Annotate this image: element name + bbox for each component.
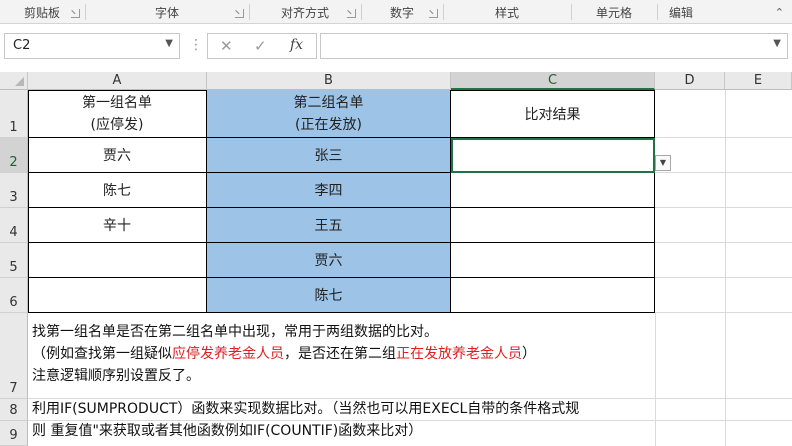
enter-icon[interactable]: ✓: [254, 37, 267, 55]
ribbon-group-label: 编辑: [668, 5, 693, 20]
ribbon-group-labels: 剪贴板 字体 对齐方式 数字 样式 单元格 编辑 ⌃: [0, 0, 792, 24]
row-header-9[interactable]: 9: [0, 421, 28, 446]
cell-b3[interactable]: 李四: [207, 173, 451, 208]
cell-b1[interactable]: 第二组名单 (正在发放): [207, 90, 451, 138]
row-header-5[interactable]: 5: [0, 243, 28, 278]
note-text: ，是否还在第二组: [284, 346, 396, 362]
note-text: （例如查找第一组疑似: [32, 346, 172, 362]
header-group2-title: 第二组名单: [293, 94, 364, 111]
note-row8: 利用IF(SUMPRODUCT）函数来实现数据比对。（当然也可以用EXECL自带…: [32, 401, 580, 417]
cancel-icon[interactable]: ✕: [220, 37, 233, 55]
formula-buttons: ✕ ✓ fx: [207, 33, 317, 59]
cell-b5[interactable]: 贾六: [207, 243, 451, 278]
formula-bar-splitter[interactable]: ⋮: [189, 36, 203, 54]
cell-a2[interactable]: 贾六: [28, 138, 207, 173]
formula-bar: C2 ▼ ⋮ ✕ ✓ fx ▼: [0, 24, 792, 72]
column-header-b[interactable]: B: [207, 72, 451, 90]
note-highlight: 正在发放养老金人员: [396, 346, 522, 362]
ribbon-group-editing: 编辑: [658, 0, 704, 24]
row-header-1[interactable]: 1: [0, 90, 28, 138]
column-header-d[interactable]: D: [655, 72, 725, 90]
name-box-value: C2: [13, 38, 31, 53]
cell-c6[interactable]: [451, 278, 655, 313]
header-group1-subtitle: (应停发): [90, 116, 144, 133]
row-header-4[interactable]: 4: [0, 208, 28, 243]
header-group2-subtitle: (正在发放): [295, 116, 362, 133]
ribbon-group-clipboard: 剪贴板: [0, 0, 84, 24]
row-header-3[interactable]: 3: [0, 173, 28, 208]
cell-c4[interactable]: [451, 208, 655, 243]
ribbon-group-label: 字体: [154, 5, 179, 20]
validation-dropdown-button[interactable]: ▼: [655, 155, 671, 171]
header-result-title: 比对结果: [524, 106, 581, 123]
note-text: ）: [522, 346, 536, 362]
ribbon-group-label: 单元格: [595, 5, 632, 20]
worksheet-grid[interactable]: A B C D E 1 2 3 4 5 6 7 8 9 第一组名单 (应停发) …: [0, 72, 792, 446]
ribbon-group-label: 数字: [389, 5, 414, 20]
row-header-8[interactable]: 8: [0, 399, 28, 421]
ribbon-group-label: 剪贴板: [23, 5, 60, 20]
cell-a5[interactable]: [28, 243, 207, 278]
chevron-up-icon[interactable]: ⌃: [775, 6, 784, 19]
cell-a3[interactable]: 陈七: [28, 173, 207, 208]
note-row7-line1: 找第一组名单是否在第二组名单中出现，常用于两组数据的比对。: [32, 324, 438, 340]
ribbon-group-label: 样式: [494, 5, 519, 20]
cell-a1[interactable]: 第一组名单 (应停发): [28, 90, 207, 138]
ribbon-group-number: 数字: [362, 0, 442, 24]
column-header-e[interactable]: E: [725, 72, 792, 90]
note-row7-warning: 注意逻辑顺序别设置反了。: [32, 368, 200, 384]
dialog-launcher-icon[interactable]: [235, 9, 244, 18]
cell-a6[interactable]: [28, 278, 207, 313]
cell-b4[interactable]: 王五: [207, 208, 451, 243]
chevron-down-icon[interactable]: ▼: [165, 38, 173, 49]
ribbon-group-font: 字体: [86, 0, 248, 24]
cell-b6[interactable]: 陈七: [207, 278, 451, 313]
row-header-7[interactable]: 7: [0, 313, 28, 399]
cell-c3[interactable]: [451, 173, 655, 208]
ribbon-group-cells: 单元格: [572, 0, 656, 24]
column-header-c[interactable]: C: [451, 72, 655, 90]
ribbon-group-label: 对齐方式: [280, 5, 329, 20]
insert-function-icon[interactable]: fx: [290, 37, 303, 53]
gridline: [725, 90, 726, 446]
note-highlight: 应停发养老金人员: [172, 346, 284, 362]
cell-c2[interactable]: [451, 138, 655, 173]
formula-input[interactable]: ▼: [320, 33, 788, 59]
dialog-launcher-icon[interactable]: [71, 9, 80, 18]
column-header-a[interactable]: A: [28, 72, 207, 90]
header-group1-title: 第一组名单: [82, 94, 152, 111]
cell-c1[interactable]: 比对结果: [451, 90, 655, 138]
ribbon-group-alignment: 对齐方式: [250, 0, 360, 24]
dialog-launcher-icon[interactable]: [429, 9, 438, 18]
row-header-6[interactable]: 6: [0, 278, 28, 313]
cell-b2[interactable]: 张三: [207, 138, 451, 173]
select-all-button[interactable]: [0, 72, 28, 90]
dialog-launcher-icon[interactable]: [347, 9, 356, 18]
ribbon-group-styles: 样式: [444, 0, 570, 24]
gridline: [655, 313, 656, 446]
note-row7-line2: （例如查找第一组疑似应停发养老金人员，是否还在第二组正在发放养老金人员）: [28, 344, 536, 365]
cell-c5[interactable]: [451, 243, 655, 278]
chevron-down-icon[interactable]: ▼: [773, 38, 781, 49]
cell-a4[interactable]: 辛十: [28, 208, 207, 243]
name-box[interactable]: C2 ▼: [4, 33, 180, 59]
note-row9: 则 重复值"来获取或者其他函数例如IF(COUNTIF)函数来比对）: [32, 423, 423, 439]
row-header-2[interactable]: 2: [0, 138, 28, 173]
